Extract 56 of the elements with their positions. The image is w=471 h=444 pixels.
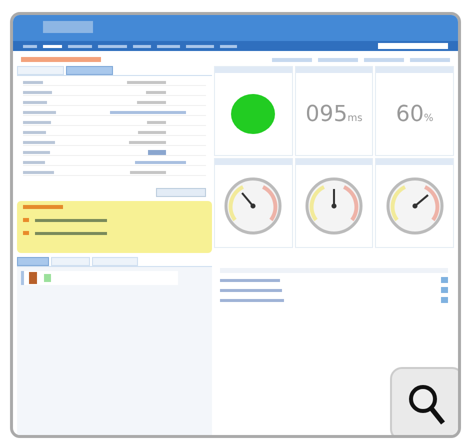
nav-tab[interactable] — [186, 44, 214, 48]
field-value — [138, 131, 166, 134]
logo — [43, 21, 93, 33]
field-label — [23, 101, 47, 104]
nav-tab[interactable] — [23, 44, 37, 48]
metric-value: 095 — [306, 102, 348, 126]
metric-unit: % — [424, 112, 434, 124]
field-label — [23, 151, 50, 154]
warning-icon — [23, 231, 29, 235]
table-link[interactable] — [220, 298, 284, 302]
field-value — [129, 141, 166, 144]
alert-title — [23, 205, 63, 209]
field-value — [137, 101, 166, 104]
section-tab[interactable] — [17, 257, 49, 266]
field-link[interactable] — [135, 161, 186, 164]
field-label — [23, 171, 54, 174]
metric-unit: ms — [348, 112, 362, 124]
search-field[interactable] — [378, 43, 448, 49]
alert-link[interactable] — [35, 232, 107, 234]
field-label — [23, 161, 45, 164]
nav-tab[interactable] — [157, 44, 180, 48]
toolbar-link[interactable] — [364, 58, 404, 62]
nav-tab[interactable] — [133, 44, 151, 48]
warning-icon — [23, 218, 29, 222]
field-label — [23, 111, 56, 114]
table-link[interactable] — [220, 288, 282, 292]
gauge-drawing — [384, 176, 445, 236]
gauge-drawing — [223, 176, 284, 236]
details-tab[interactable] — [66, 66, 113, 75]
field-label — [23, 121, 51, 124]
nav-tab[interactable] — [220, 44, 237, 48]
field-label — [23, 91, 52, 94]
field-label — [23, 81, 43, 84]
table-link[interactable] — [220, 278, 280, 282]
field-value — [127, 81, 166, 84]
action-button[interactable] — [156, 188, 206, 197]
field-label — [23, 141, 55, 144]
field-value — [146, 91, 166, 94]
metric-value: 60 — [396, 102, 424, 126]
field-link[interactable] — [110, 111, 186, 114]
nav-tab[interactable] — [98, 44, 127, 48]
field-value — [130, 171, 166, 174]
status-icon — [44, 274, 51, 282]
toolbar-link[interactable] — [318, 58, 358, 62]
field-badge — [148, 150, 166, 155]
nav-tab[interactable] — [43, 44, 62, 48]
field-label — [23, 131, 46, 134]
nav-tab[interactable] — [68, 44, 92, 48]
zoom-button[interactable] — [390, 367, 458, 435]
toolbar-link[interactable] — [272, 58, 312, 62]
field-value — [147, 121, 166, 124]
server-icon — [28, 272, 38, 284]
list-item[interactable] — [21, 271, 178, 285]
toolbar-link[interactable] — [410, 58, 450, 62]
alert-link[interactable] — [35, 218, 107, 222]
gauge-drawing — [304, 176, 364, 236]
